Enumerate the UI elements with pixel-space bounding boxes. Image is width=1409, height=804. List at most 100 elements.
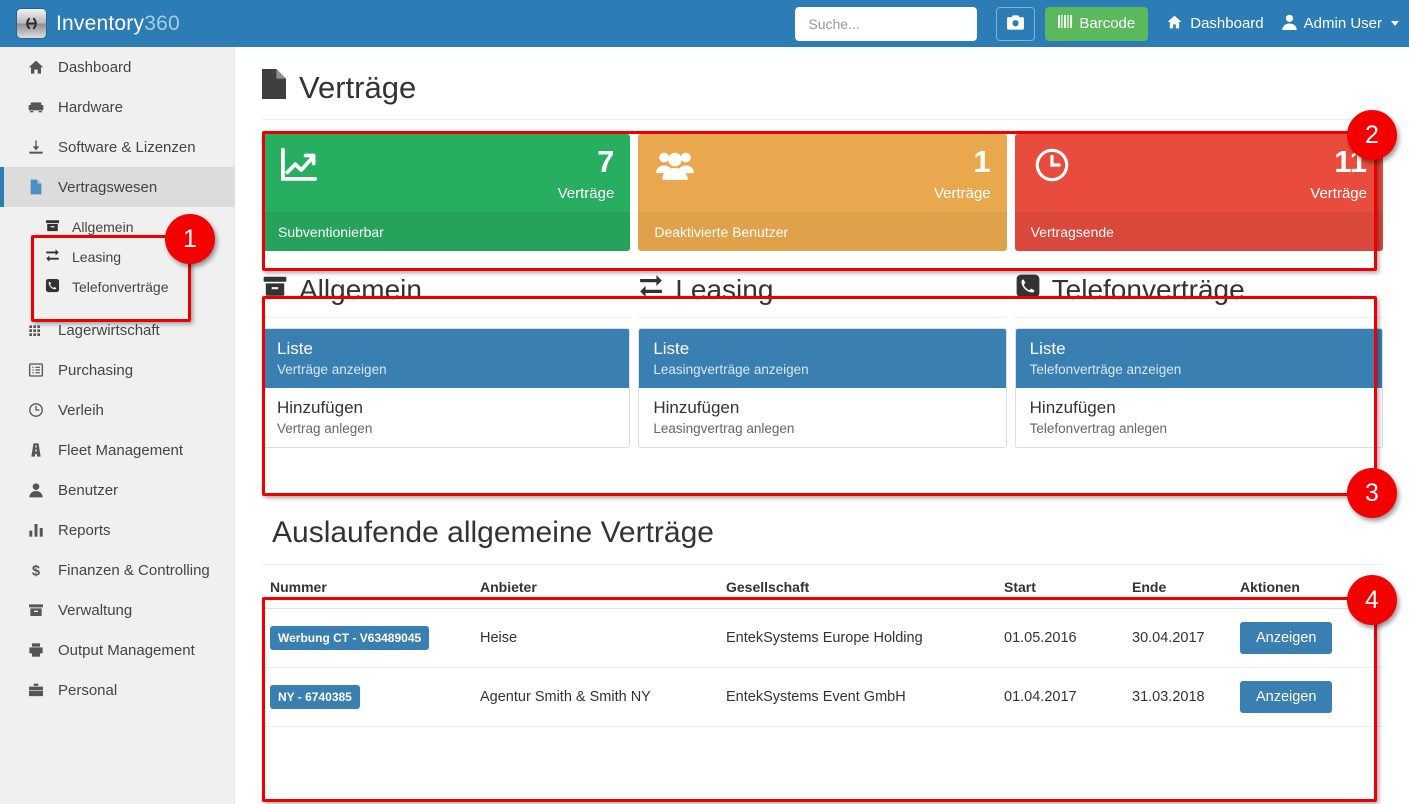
panel-leasing: LeasingListeLeasingverträge anzeigenHinz… — [638, 273, 1006, 448]
server-icon — [26, 99, 45, 115]
file-icon — [26, 179, 45, 195]
panel-list: ListeLeasingverträge anzeigenHinzufügenL… — [638, 328, 1006, 448]
panel-heading-text: Leasing — [675, 274, 773, 306]
panel-list-item-subtitle: Vertrag anlegen — [277, 421, 615, 436]
barcode-icon — [1058, 14, 1073, 33]
sidebar-subitem-allgemein[interactable]: Allgemein — [0, 212, 234, 242]
sidebar-subitem-leasing[interactable]: Leasing — [0, 242, 234, 272]
printer-icon — [26, 642, 45, 658]
sidebar-item-label: Verleih — [58, 402, 104, 419]
camera-icon — [1007, 15, 1024, 33]
user-menu[interactable]: Admin User — [1282, 14, 1399, 34]
sidebar-item-lagerwirtschaft[interactable]: Lagerwirtschaft — [0, 310, 234, 350]
stat-card-top: 11Verträge — [1015, 134, 1383, 212]
contract-number-badge[interactable]: Werbung CT - V63489045 — [270, 626, 429, 650]
table-row: Werbung CT - V63489045HeiseEntekSystems … — [262, 609, 1383, 668]
sidebar-item-vertragswesen[interactable]: Vertragswesen — [0, 167, 234, 207]
view-button[interactable]: Anzeigen — [1240, 622, 1332, 654]
table-cell-aktionen: Anzeigen — [1232, 609, 1383, 668]
dashboard-nav-link[interactable]: Dashboard — [1166, 14, 1263, 34]
download-icon — [26, 139, 45, 155]
file-icon — [262, 69, 286, 107]
user-icon — [26, 482, 45, 498]
sidebar-item-verleih[interactable]: Verleih — [0, 390, 234, 430]
sidebar-submenu-vertragswesen: Allgemein Leasing Telefonverträge — [0, 207, 234, 310]
panel-heading-text: Allgemein — [299, 274, 422, 306]
table-column-header: Start — [996, 565, 1124, 609]
table-column-header: Ende — [1124, 565, 1232, 609]
panel-list-item[interactable]: HinzufügenLeasingvertrag anlegen — [639, 388, 1005, 447]
exchange-icon — [45, 248, 62, 266]
barcode-button[interactable]: Barcode — [1045, 7, 1148, 41]
stat-card-deaktivierte-benutzer[interactable]: 1VerträgeDeaktivierte Benutzer — [638, 134, 1006, 251]
table-header-row: NummerAnbieterGesellschaftStartEndeAktio… — [262, 565, 1383, 609]
panel-heading-text: Telefonverträge — [1052, 274, 1245, 306]
panel-list: ListeTelefonverträge anzeigenHinzufügenT… — [1015, 328, 1383, 448]
sidebar-item-benutzer[interactable]: Benutzer — [0, 470, 234, 510]
sidebar-item-dashboard[interactable]: Dashboard — [0, 47, 234, 87]
panel-list-item-title: Hinzufügen — [277, 397, 615, 419]
stat-card-value: 1 — [654, 146, 990, 177]
view-button[interactable]: Anzeigen — [1240, 681, 1332, 713]
panel-list-item[interactable]: HinzufügenTelefonvertrag anlegen — [1016, 388, 1382, 447]
table-cell-gesellschaft: EntekSystems Event GmbH — [718, 668, 996, 727]
sidebar-subitem-label: Leasing — [72, 249, 121, 265]
sidebar-item-software-lizenzen[interactable]: Software & Lizenzen — [0, 127, 234, 167]
stat-card-label: Subventionierbar — [262, 212, 630, 251]
sidebar-item-output-management[interactable]: Output Management — [0, 630, 234, 670]
expiring-contracts-table: NummerAnbieterGesellschaftStartEndeAktio… — [262, 565, 1383, 727]
contract-number-badge[interactable]: NY - 6740385 — [270, 685, 360, 709]
stat-card-top: 1Verträge — [638, 134, 1006, 212]
sidebar-item-personal[interactable]: Personal — [0, 670, 234, 710]
search-input[interactable] — [795, 7, 977, 41]
table-column-header: Aktionen — [1232, 565, 1383, 609]
line-chart-icon — [280, 146, 318, 189]
clock-icon — [26, 402, 45, 418]
sidebar-item-label: Personal — [58, 682, 117, 699]
panel-list-item[interactable]: ListeVerträge anzeigen — [263, 329, 629, 388]
sidebar-item-fleet-management[interactable]: Fleet Management — [0, 430, 234, 470]
stat-card-subventionierbar[interactable]: 7VerträgeSubventionierbar — [262, 134, 630, 251]
barcode-button-label: Barcode — [1079, 15, 1135, 32]
panel-heading: Allgemein — [262, 273, 630, 318]
panel-list-item-title: Hinzufügen — [653, 397, 991, 419]
app-root: Inventory360 — [0, 0, 1409, 804]
top-navigation-right: Barcode Dashboard Admin User — [795, 0, 1409, 47]
user-menu-label: Admin User — [1304, 15, 1382, 32]
sidebar-item-hardware[interactable]: Hardware — [0, 87, 234, 127]
shortcut-panel-row: AllgemeinListeVerträge anzeigenHinzufüge… — [236, 251, 1409, 448]
panel-list-item-subtitle: Leasingverträge anzeigen — [653, 362, 991, 377]
sidebar-item-label: Fleet Management — [58, 442, 183, 459]
sidebar-subitem-label: Telefonverträge — [72, 279, 169, 295]
panel-list-item[interactable]: ListeTelefonverträge anzeigen — [1016, 329, 1382, 388]
stat-card-vertragsende[interactable]: 11VerträgeVertragsende — [1015, 134, 1383, 251]
panel-list: ListeVerträge anzeigen Hinzufügen Vertrag … — [262, 328, 630, 448]
clock-icon — [1033, 146, 1071, 189]
archive-icon — [262, 273, 288, 306]
sidebar-item-label: Verwaltung — [58, 602, 132, 619]
user-icon — [1282, 14, 1297, 34]
expiring-contracts-heading: Auslaufende allgemeine Verträge — [262, 506, 1383, 565]
brand-logo-area[interactable]: Inventory360 — [0, 0, 235, 47]
sidebar-item-reports[interactable]: Reports — [0, 510, 234, 550]
table-cell-anbieter: Agentur Smith & Smith NY — [472, 668, 718, 727]
road-icon — [26, 442, 45, 458]
panel-list-item[interactable]: ListeLeasingverträge anzeigen — [639, 329, 1005, 388]
camera-button[interactable] — [996, 7, 1035, 41]
brand-name: Inventory — [56, 12, 144, 35]
panel-list-item[interactable]: Hinzufügen Vertrag anlegen — [263, 388, 629, 447]
sidebar-subitem-telefonverträge[interactable]: Telefonverträge — [0, 272, 234, 302]
sidebar-item-label: Finanzen & Controlling — [58, 562, 210, 579]
stat-card-label: Vertragsende — [1015, 212, 1383, 251]
table-cell-nummer: NY - 6740385 — [262, 668, 472, 727]
table-column-header: Anbieter — [472, 565, 718, 609]
users-icon — [656, 146, 694, 189]
panel-telefonverträge: Telefonverträge ListeTelefonverträge anze… — [1015, 273, 1383, 448]
sidebar-item-finanzen-controlling[interactable]: $Finanzen & Controlling — [0, 550, 234, 590]
sidebar-item-verwaltung[interactable]: Verwaltung — [0, 590, 234, 630]
grid-icon — [26, 322, 45, 338]
brand-suffix: 360 — [144, 12, 180, 35]
sidebar-item-purchasing[interactable]: Purchasing — [0, 350, 234, 390]
bar-chart-icon — [26, 522, 45, 538]
panel-allgemein: AllgemeinListeVerträge anzeigenHinzufüge… — [262, 273, 630, 448]
